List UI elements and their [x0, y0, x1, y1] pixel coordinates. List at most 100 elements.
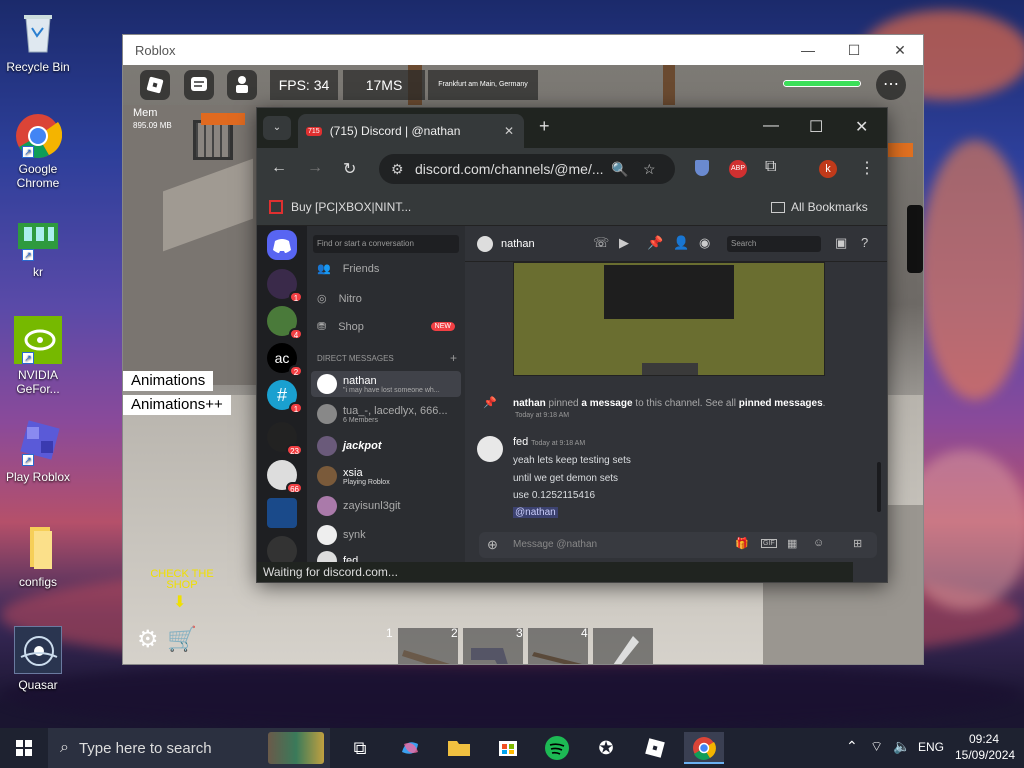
- chat-icon[interactable]: [184, 70, 214, 100]
- network-icon[interactable]: ⌔: [870, 738, 883, 756]
- server-icon[interactable]: 66: [267, 460, 303, 494]
- desktop-icon-kr[interactable]: ↗ kr: [3, 213, 73, 279]
- server-icon[interactable]: #1: [267, 380, 303, 414]
- shield-extension-icon[interactable]: [695, 160, 709, 176]
- pinned-messages-link[interactable]: pinned messages: [739, 398, 823, 409]
- adblock-icon[interactable]: ABP: [729, 160, 747, 178]
- show-hidden-icons[interactable]: ⌃: [846, 738, 858, 755]
- microsoft-store-icon[interactable]: [488, 732, 528, 764]
- dm-item[interactable]: xsia Playing Roblox: [311, 463, 461, 489]
- forward-icon[interactable]: →: [307, 159, 323, 177]
- desktop-icon-chrome[interactable]: ↗ Google Chrome: [3, 110, 73, 190]
- hotbar-slot-3[interactable]: 3: [516, 626, 588, 664]
- tab-discord[interactable]: 715 (715) Discord | @nathan ✕: [298, 114, 524, 148]
- help-icon[interactable]: ?: [861, 235, 868, 250]
- emoji-icon[interactable]: ☺: [813, 537, 824, 549]
- nitro-link[interactable]: ◎ Nitro: [317, 292, 362, 306]
- profile-avatar[interactable]: k: [819, 160, 837, 178]
- zoom-icon[interactable]: 🔍: [611, 154, 628, 184]
- maximize-button[interactable]: ☐: [809, 117, 823, 137]
- volume-icon[interactable]: 🔈: [893, 738, 910, 755]
- clock-time[interactable]: 09:24: [955, 732, 1013, 746]
- discord-home-icon[interactable]: [267, 230, 297, 260]
- back-icon[interactable]: ←: [271, 159, 287, 177]
- pin-message-link[interactable]: a message: [581, 398, 632, 409]
- chat-search[interactable]: Search: [727, 236, 821, 252]
- roblox-taskbar-icon[interactable]: [635, 732, 675, 764]
- more-options-icon[interactable]: ⋯: [876, 70, 906, 100]
- minimize-button[interactable]: —: [785, 35, 831, 65]
- dm-item[interactable]: zayisunl3git: [311, 493, 461, 519]
- server-icon[interactable]: [267, 498, 297, 528]
- bookmark-star-icon[interactable]: ☆: [643, 154, 656, 184]
- gif-icon[interactable]: GIF: [761, 539, 777, 548]
- copilot-icon[interactable]: [390, 732, 430, 764]
- file-explorer-icon[interactable]: [439, 732, 479, 764]
- user-mention[interactable]: @nathan: [513, 507, 558, 518]
- dm-item[interactable]: nathan "i may have lost someone wh...: [311, 371, 461, 397]
- close-tab-icon[interactable]: ✕: [504, 124, 514, 138]
- conversation-search[interactable]: Find or start a conversation: [313, 235, 459, 253]
- chrome-window[interactable]: ⌄ 715 (715) Discord | @nathan ✕ + — ☐ ✕ …: [257, 108, 887, 582]
- desktop-icon-quasar[interactable]: Quasar: [3, 626, 73, 692]
- site-info-icon[interactable]: ⚙: [391, 154, 404, 184]
- roblox-titlebar[interactable]: Roblox — ☐ ✕: [123, 35, 923, 65]
- shop-cart-icon[interactable]: 🛒: [167, 625, 197, 654]
- task-view-icon[interactable]: ⧉: [340, 732, 380, 764]
- chat-scrollbar[interactable]: [877, 462, 881, 512]
- apps-icon[interactable]: ⊞: [853, 537, 862, 550]
- desktop-icon-configs[interactable]: configs: [3, 523, 73, 589]
- message-author[interactable]: fed: [513, 436, 528, 448]
- taskbar-search[interactable]: ⌕ Type here to search: [48, 728, 330, 768]
- maximize-button[interactable]: ☐: [831, 35, 877, 65]
- pin-icon[interactable]: 📌: [647, 235, 663, 251]
- tab-search-button[interactable]: ⌄: [263, 116, 291, 140]
- add-attachment-icon[interactable]: ⊕: [487, 537, 498, 553]
- profile-icon[interactable]: ◉: [699, 235, 710, 251]
- friends-link[interactable]: 👥 Friends: [317, 262, 379, 276]
- desktop-icon-nvidia[interactable]: ↗ NVIDIA GeFor...: [3, 316, 73, 396]
- bookmark-item[interactable]: Buy [PC|XBOX|NINT...: [269, 200, 411, 214]
- reload-icon[interactable]: ↻: [343, 159, 356, 179]
- address-bar[interactable]: ⚙ discord.com/channels/@me/... 🔍 ☆: [379, 154, 675, 184]
- chrome-taskbar-icon[interactable]: [684, 732, 724, 764]
- favorites-star-icon[interactable]: ✪: [586, 732, 626, 764]
- desktop-icon-play-roblox[interactable]: ↗ Play Roblox: [3, 418, 73, 484]
- hotbar-slot-4[interactable]: 4: [581, 626, 653, 664]
- voice-call-icon[interactable]: ☏: [593, 235, 609, 251]
- gift-icon[interactable]: 🎁: [735, 537, 749, 550]
- minimize-button[interactable]: —: [763, 117, 779, 135]
- screenshot-attachment[interactable]: [513, 262, 825, 376]
- message-input[interactable]: ⊕ Message @nathan 🎁 GIF ▦ ☺ ⊞: [479, 532, 877, 558]
- server-icon[interactable]: ac 2: [267, 343, 303, 377]
- menu-icon[interactable]: ⋮: [859, 158, 875, 178]
- extensions-icon[interactable]: ⧉: [765, 158, 776, 176]
- clock-date[interactable]: 15/09/2024: [955, 748, 1015, 762]
- roblox-menu-button[interactable]: [140, 70, 170, 100]
- hotbar-slot-2[interactable]: 2: [451, 626, 523, 664]
- animations-plus-button[interactable]: Animations++: [123, 395, 231, 415]
- close-button[interactable]: ✕: [877, 35, 923, 65]
- add-dm-icon[interactable]: +: [450, 352, 457, 364]
- server-icon[interactable]: 4: [267, 306, 303, 340]
- dm-item[interactable]: synk: [311, 522, 461, 548]
- inbox-icon[interactable]: ▣: [835, 235, 847, 251]
- server-icon[interactable]: 23: [267, 422, 303, 456]
- avatar-icon[interactable]: [227, 70, 257, 100]
- add-friends-icon[interactable]: 👤: [673, 235, 689, 251]
- start-button[interactable]: [4, 732, 44, 764]
- spotify-icon[interactable]: [537, 732, 577, 764]
- video-call-icon[interactable]: ▶: [619, 235, 629, 251]
- all-bookmarks[interactable]: All Bookmarks: [771, 200, 868, 214]
- hotbar-slot-1[interactable]: 1: [386, 626, 458, 664]
- sticker-icon[interactable]: ▦: [787, 537, 797, 550]
- close-button[interactable]: ✕: [855, 117, 868, 137]
- dm-item[interactable]: tua_-, lacedlyx, 666... 6 Members: [311, 401, 461, 427]
- server-icon[interactable]: 1: [267, 269, 303, 303]
- new-tab-button[interactable]: +: [539, 116, 550, 137]
- desktop-icon-recycle-bin[interactable]: Recycle Bin: [3, 8, 73, 74]
- language-indicator[interactable]: ENG: [918, 740, 944, 754]
- animations-button[interactable]: Animations: [123, 371, 214, 391]
- dm-item[interactable]: jackpot: [311, 433, 461, 459]
- settings-icon[interactable]: ⚙: [137, 625, 159, 654]
